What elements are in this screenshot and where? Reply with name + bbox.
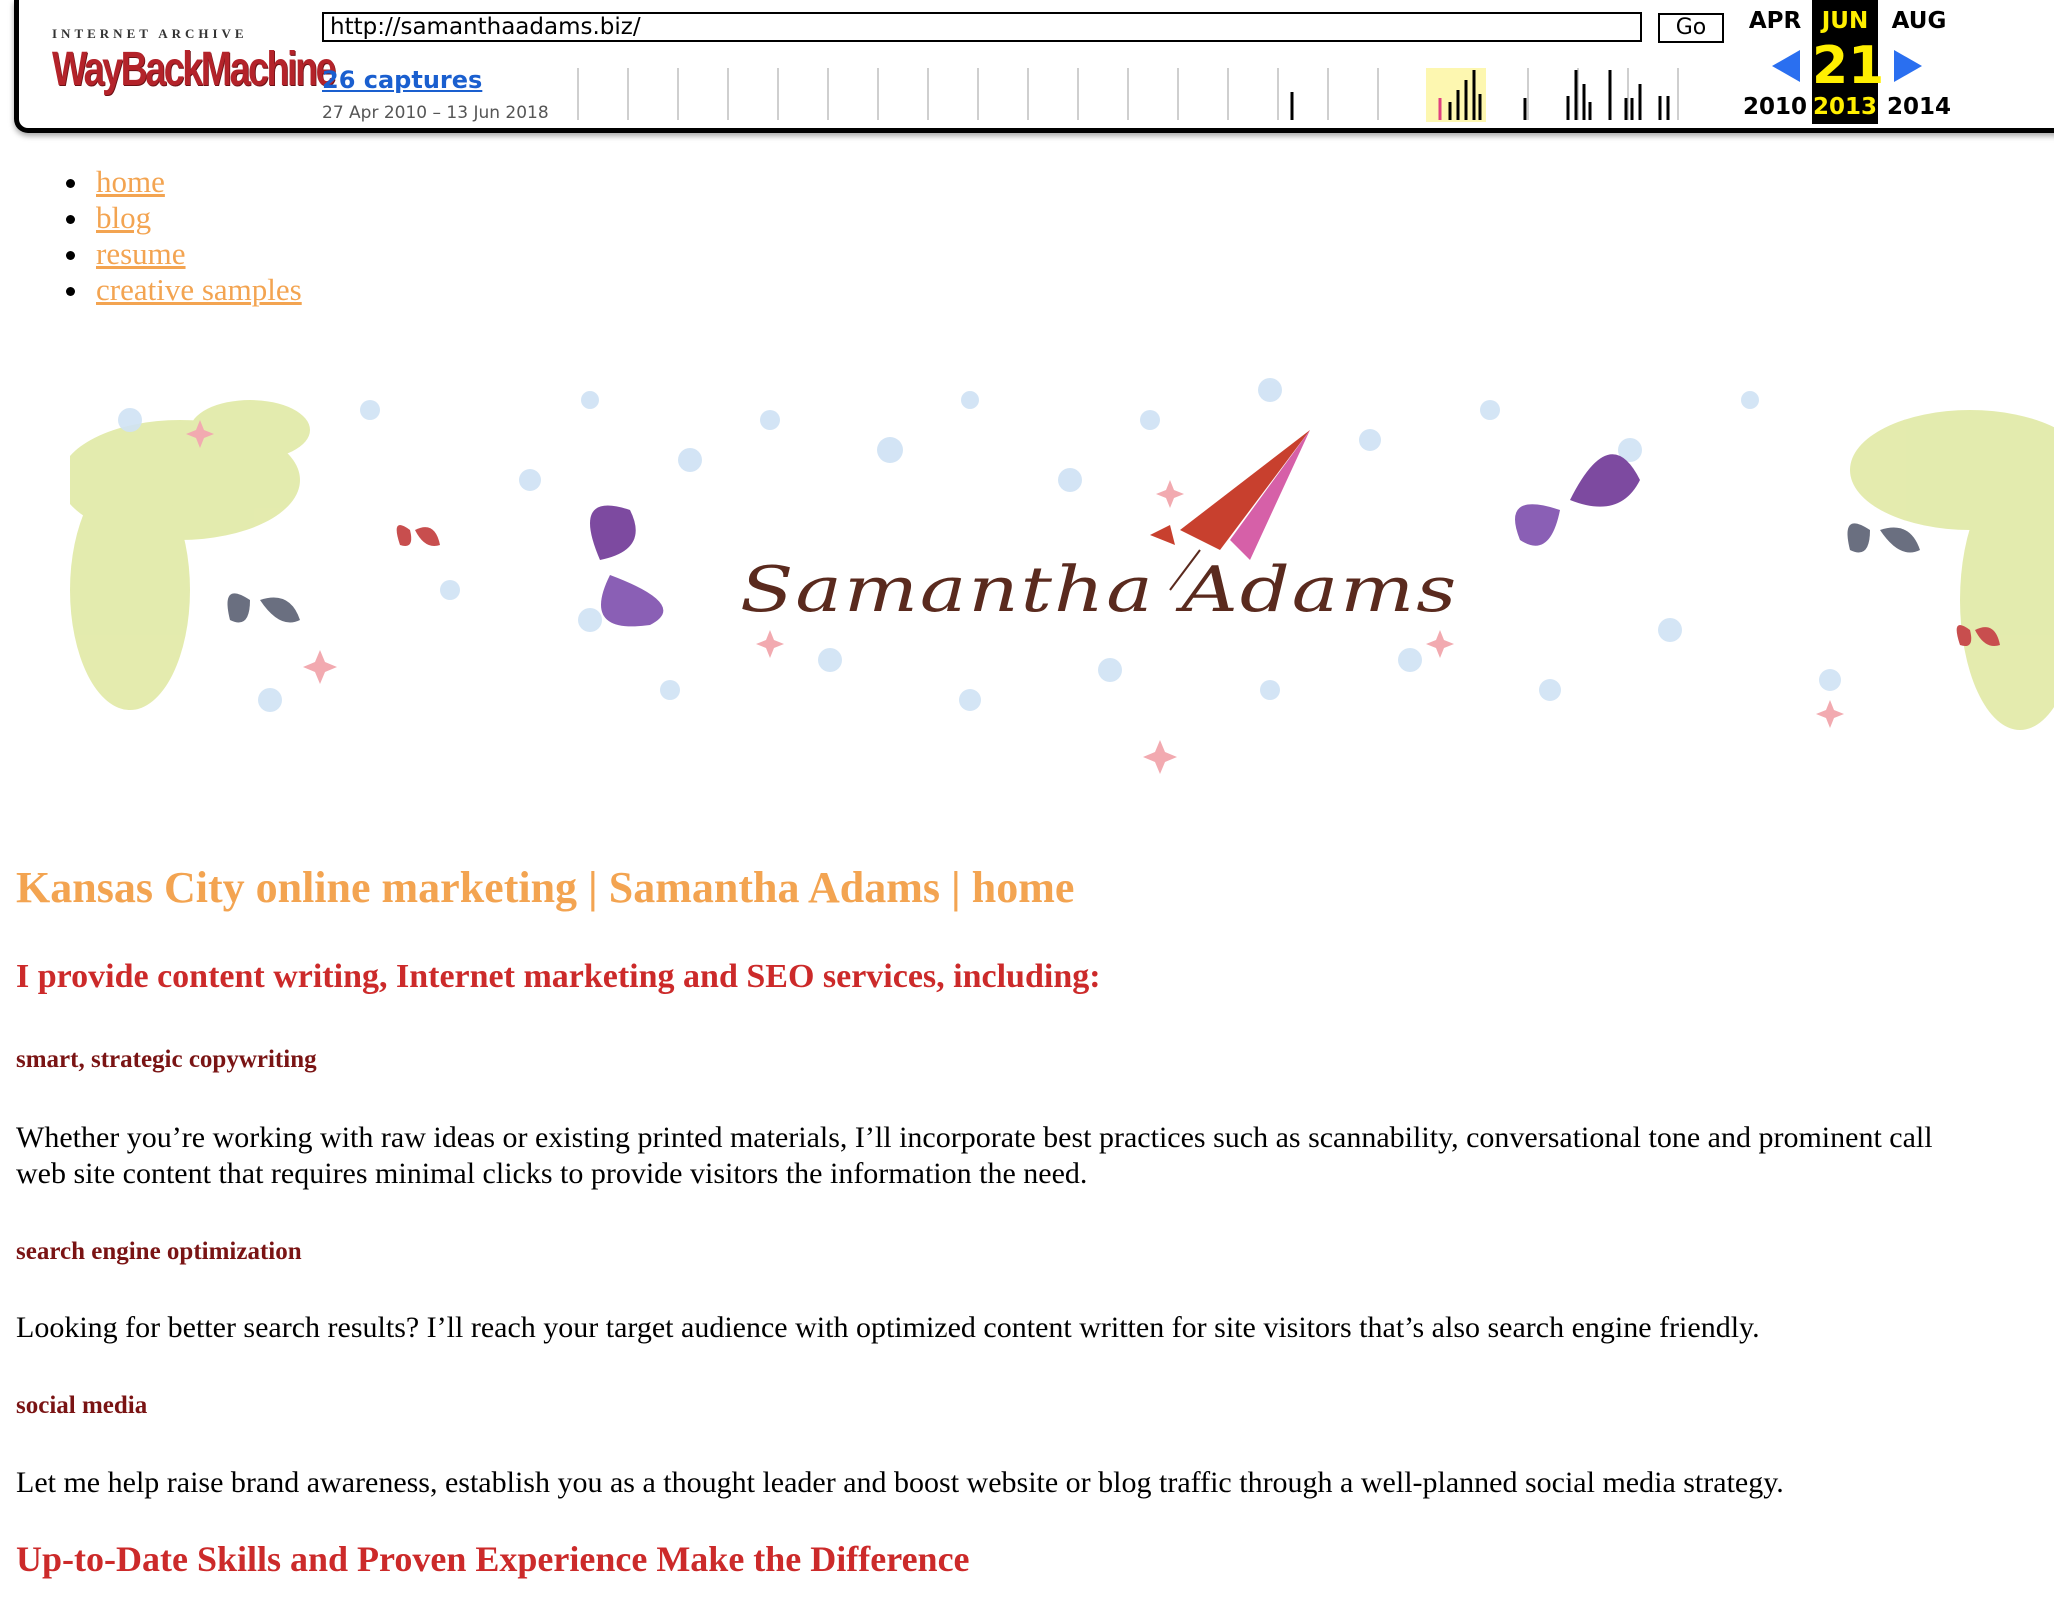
nav-link-home[interactable]: home: [96, 164, 165, 199]
service-body-line: web site content that requires minimal c…: [16, 1157, 1088, 1190]
service-title-social-media: social media: [16, 1392, 148, 1419]
floral-swirl-right: [1850, 410, 2054, 730]
year-dividers: [577, 68, 1679, 120]
wayback-logo[interactable]: WayBackMachine: [52, 42, 336, 98]
site-nav: home blog resume creative samples: [56, 164, 302, 308]
next-capture-arrow-icon[interactable]: [1894, 50, 1922, 82]
butterfly-icon: [590, 505, 664, 627]
logo-caption: INTERNET ARCHIVE: [52, 26, 248, 41]
url-input[interactable]: http://samanthaadams.biz/: [322, 12, 1642, 42]
next-month: AUG: [1891, 8, 1947, 34]
nav-item-home: home: [56, 164, 302, 200]
service-body-line: Whether you’re working with raw ideas or…: [16, 1121, 1933, 1154]
current-year: 2013: [1812, 94, 1878, 120]
capture-sparkline[interactable]: [570, 62, 1710, 124]
prev-capture-arrow-icon[interactable]: [1772, 50, 1800, 82]
butterfly-icon: [227, 593, 300, 623]
nav-link-creative-samples[interactable]: creative samples: [96, 272, 302, 307]
nav-item-creative-samples: creative samples: [56, 272, 302, 308]
nav-item-blog: blog: [56, 200, 302, 236]
signature-logo: Samantha Adams: [740, 554, 1459, 626]
next-year: 2014: [1886, 94, 1951, 120]
current-year-highlight: [1426, 68, 1486, 122]
capture-date-range: 27 Apr 2010 – 13 Jun 2018: [322, 103, 549, 123]
service-title-copywriting: smart, strategic copywriting: [16, 1046, 317, 1073]
current-day: 21: [1812, 36, 1885, 96]
service-body-social-media: Let me help raise brand awareness, estab…: [16, 1466, 1784, 1499]
nav-link-resume[interactable]: resume: [96, 236, 186, 271]
prev-year: 2010: [1742, 94, 1807, 120]
bubble-texture: [118, 378, 1841, 712]
go-button[interactable]: Go: [1658, 13, 1724, 43]
service-title-seo: search engine optimization: [16, 1238, 302, 1265]
butterfly-icon: [1847, 523, 1920, 553]
service-body-copywriting: Whether you’re working with raw ideas or…: [16, 1120, 2046, 1192]
skills-heading: Up-to-Date Skills and Proven Experience …: [16, 1539, 970, 1579]
nav-item-resume: resume: [56, 236, 302, 272]
floral-swirl-left: [70, 400, 310, 710]
service-body-seo: Looking for better search results? I’ll …: [16, 1311, 1760, 1344]
wayback-toolbar: INTERNET ARCHIVE WayBackMachine http://s…: [0, 0, 2054, 138]
butterfly-icon: [1515, 454, 1640, 546]
services-intro-heading: I provide content writing, Internet mark…: [16, 958, 1101, 995]
current-month-col: JUN 21 2013: [1812, 0, 1885, 124]
butterfly-icon: [396, 525, 440, 546]
captures-link[interactable]: 26 captures: [322, 66, 482, 94]
page-title: Kansas City online marketing | Samantha …: [16, 863, 1075, 912]
prev-month: APR: [1748, 8, 1802, 34]
nav-link-blog[interactable]: blog: [96, 200, 151, 235]
current-month: JUN: [1821, 8, 1869, 34]
